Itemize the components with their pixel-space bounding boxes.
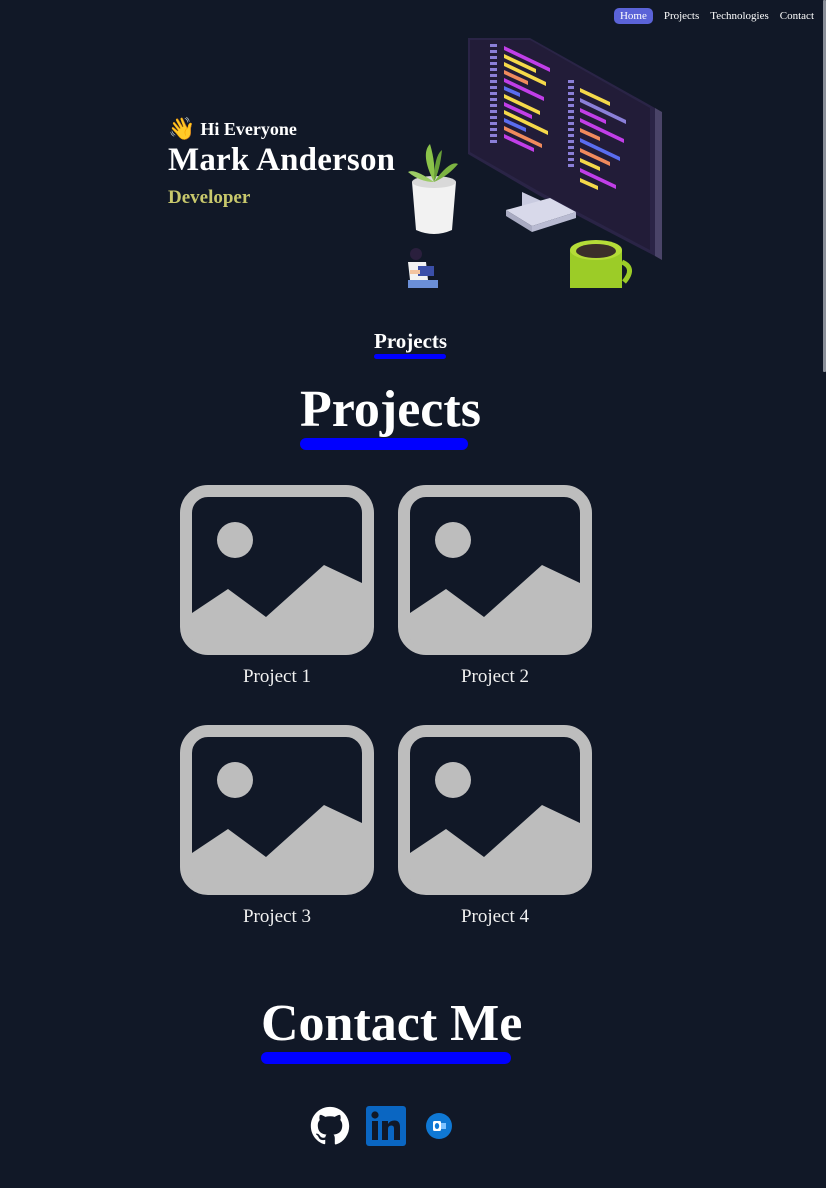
- contact-heading-text: Contact Me: [261, 995, 523, 1052]
- coffee-mug-icon: [570, 240, 632, 288]
- projects-heading-underline: [300, 438, 468, 450]
- project-card[interactable]: Project 1: [180, 485, 374, 688]
- projects-heading-text: Projects: [300, 381, 481, 438]
- nav-projects[interactable]: Projects: [664, 8, 699, 24]
- projects-label-text: Projects: [374, 329, 448, 353]
- plant-icon: [408, 144, 458, 234]
- social-links: [310, 1106, 452, 1146]
- projects-nav-label: Projects: [374, 329, 447, 359]
- nav-contact[interactable]: Contact: [780, 8, 814, 24]
- projects-heading: Projects: [300, 384, 481, 450]
- waving-hand-icon: 👋: [168, 116, 196, 141]
- projects-label-underline: [374, 354, 446, 359]
- top-nav: Home Projects Technologies Contact: [613, 8, 814, 24]
- image-placeholder-icon: [180, 725, 374, 895]
- greeting-text: Hi Everyone: [200, 118, 297, 139]
- hero-role: Developer: [168, 187, 251, 208]
- project-card[interactable]: Project 4: [398, 725, 592, 928]
- contact-heading-underline: [261, 1052, 511, 1064]
- github-icon[interactable]: [310, 1106, 350, 1146]
- project-label: Project 2: [460, 666, 530, 687]
- developer-illustration: [408, 38, 662, 288]
- project-card[interactable]: Project 2: [398, 485, 592, 688]
- portfolio-page: Home Projects Technologies Contact 👋 Hi …: [0, 0, 826, 1188]
- project-label: Project 3: [242, 906, 312, 927]
- contact-heading: Contact Me: [261, 998, 522, 1064]
- project-label: Project 1: [242, 666, 312, 687]
- person-at-laptop-icon: [408, 248, 438, 288]
- hero-name: Mark Anderson: [168, 142, 396, 178]
- outlook-icon[interactable]: [426, 1113, 452, 1139]
- hero-intro: 👋 Hi Everyone Mark Anderson Developer: [168, 118, 395, 209]
- project-card[interactable]: Project 3: [180, 725, 374, 928]
- image-placeholder-icon: [398, 485, 592, 655]
- image-placeholder-icon: [180, 485, 374, 655]
- linkedin-icon[interactable]: [366, 1106, 406, 1146]
- project-label: Project 4: [460, 906, 530, 927]
- hero-greeting: 👋 Hi Everyone: [168, 118, 395, 140]
- nav-home[interactable]: Home: [613, 8, 653, 24]
- image-placeholder-icon: [398, 725, 592, 895]
- nav-technologies[interactable]: Technologies: [710, 8, 769, 24]
